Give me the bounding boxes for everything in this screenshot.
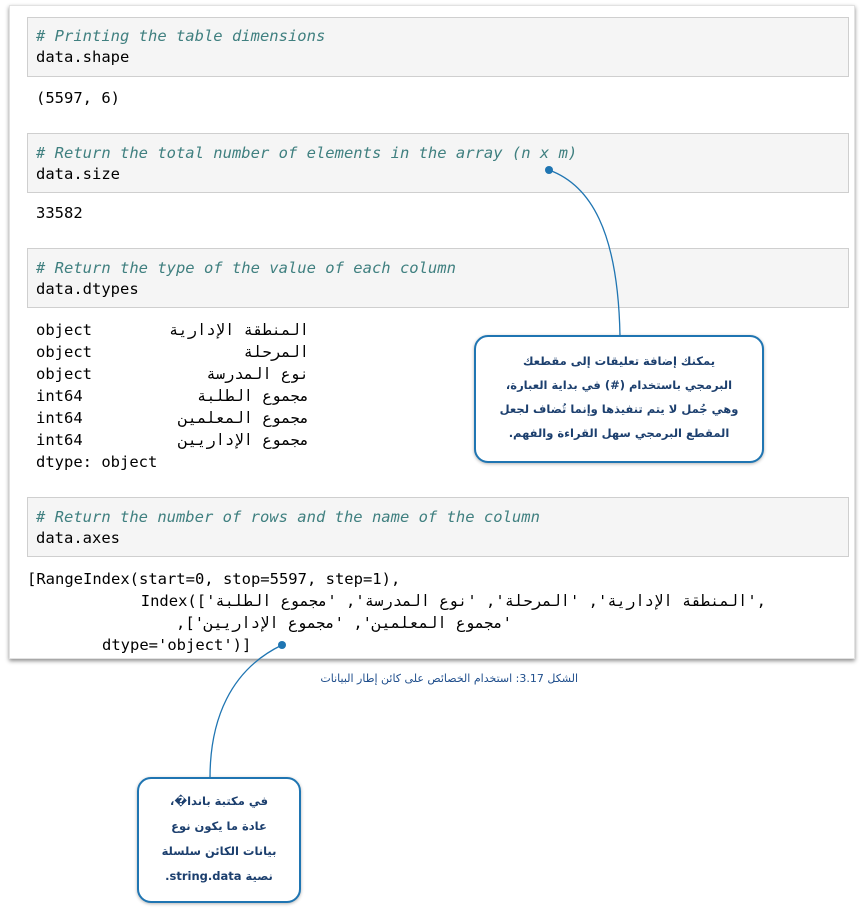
callout-line: نصية string.data. (165, 869, 273, 883)
callout-line: بيانات الكائن سلسلة (161, 844, 277, 858)
connector-pandas (209, 644, 283, 779)
connector-dot (545, 166, 553, 174)
callout-line: وهي جُمل لا يتم تنفيذها وإنما تُضاف لجعل (499, 402, 739, 416)
figure-caption: الشكل 3.17: استخدام الخصائص على كائن إطا… (320, 672, 578, 685)
connector-dot (278, 641, 286, 649)
callout-pandas: في مكتبة باندا�، عادة ما يكون نوع بيانات… (137, 777, 301, 903)
callout-line: في مكتبة باندا�، (169, 794, 269, 808)
callout-line: البرمجي باستخدام (#) في بداية العبارة، (505, 378, 733, 392)
callout-line: يمكنك إضافة تعليقات إلى مقطعك (522, 354, 716, 368)
callout-comments: يمكنك إضافة تعليقات إلى مقطعك البرمجي با… (474, 335, 764, 463)
callout-line: عادة ما يكون نوع (171, 819, 267, 833)
connector-comments (548, 169, 621, 337)
callout-line: المقطع البرمجي سهل القراءة والفهم. (508, 426, 730, 440)
